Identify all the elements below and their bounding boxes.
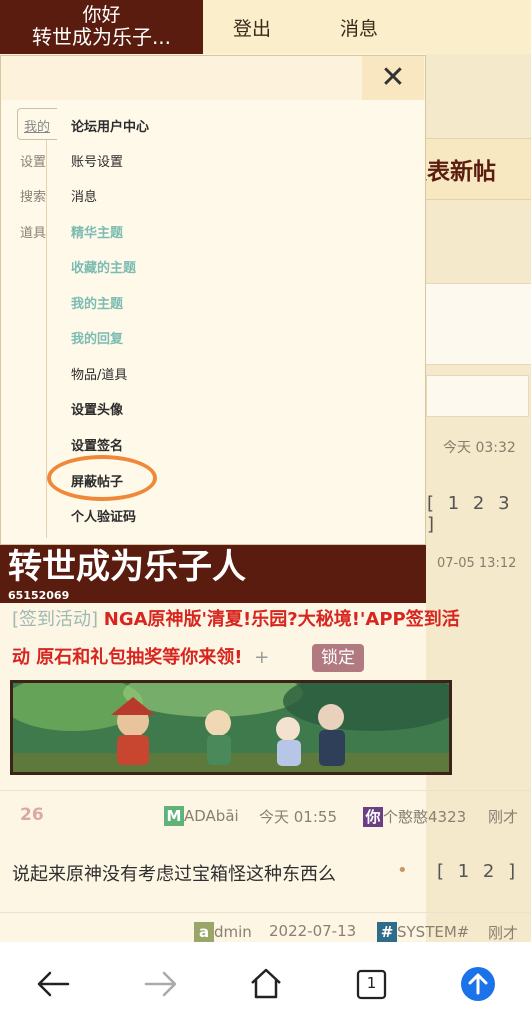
- plus-icon: +: [254, 647, 270, 668]
- menu-item-set-signature[interactable]: 设置签名: [71, 435, 123, 454]
- event-banner-illustration: [13, 683, 449, 772]
- last-reply-avatar: #: [377, 922, 397, 942]
- menu-item-featured-threads[interactable]: 精华主题: [71, 222, 123, 241]
- post-author[interactable]: M ADAbāi: [164, 806, 239, 826]
- last-reply-user[interactable]: # SYSTEM#: [377, 922, 469, 942]
- last-reply-time: 刚才: [488, 808, 519, 826]
- divider: [0, 912, 531, 913]
- last-reply-name: 个憨憨4323: [383, 808, 467, 826]
- tab-search[interactable]: 搜索: [14, 186, 52, 205]
- post-title-line[interactable]: 动 原石和礼包抽奖等你来领! +: [12, 641, 269, 674]
- banner-user-id: 65152069: [8, 589, 70, 602]
- post-title: NGA原神版'清夏!乐园?大秘境!'APP签到活: [103, 609, 460, 630]
- post-title-cont: 动 原石和礼包抽奖等你来领!: [12, 647, 243, 668]
- logout-link[interactable]: 登出: [233, 14, 271, 41]
- post-pages[interactable]: [ 1 2 ]: [437, 861, 519, 882]
- tab-settings[interactable]: 设置: [14, 151, 52, 170]
- divider: [0, 790, 531, 791]
- menu-item-favorite-threads[interactable]: 收藏的主题: [71, 257, 136, 276]
- tab-count: 1: [366, 974, 377, 992]
- close-icon[interactable]: ✕: [362, 56, 424, 100]
- thread-date: 今天 03:32: [443, 440, 516, 456]
- background-panel: [426, 375, 529, 417]
- post-author[interactable]: a dmin: [194, 922, 252, 942]
- last-reply-user[interactable]: 你个憨憨4323: [363, 806, 466, 827]
- back-icon[interactable]: [30, 962, 78, 1006]
- tab-mine-label: 我的: [23, 120, 50, 135]
- post-time: 2022-07-13: [269, 922, 357, 940]
- home-icon[interactable]: [242, 962, 290, 1006]
- thread-pages[interactable]: [ 1 2 3 ]: [427, 493, 531, 535]
- post-tag: [签到活动]: [12, 609, 99, 630]
- menu-item-user-center[interactable]: 论坛用户中心: [71, 116, 149, 135]
- menu-item-my-replies[interactable]: 我的回复: [71, 328, 123, 347]
- last-reply-name: SYSTEM#: [397, 923, 470, 941]
- user-greeting-block[interactable]: 你好 转世成为乐子...: [0, 0, 203, 54]
- upload-icon[interactable]: [454, 962, 502, 1006]
- tabs-icon[interactable]: 1: [348, 962, 396, 1006]
- menu-item-messages[interactable]: 消息: [71, 186, 97, 205]
- author-name: ADAbāi: [184, 807, 239, 825]
- last-reply-avatar: 你: [363, 807, 383, 827]
- thread-date: 07-05 13:12: [437, 556, 517, 571]
- author-avatar: a: [194, 922, 214, 942]
- last-reply-time: 刚才: [488, 924, 519, 942]
- background-panel: [426, 283, 531, 365]
- menu-item-inventory[interactable]: 物品/道具: [71, 364, 127, 383]
- username-short: 转世成为乐子...: [31, 25, 172, 49]
- banner-username: 转世成为乐子人: [8, 547, 246, 587]
- post-title[interactable]: 说起来原神没有考虑过宝箱怪这种东西么: [12, 860, 336, 886]
- author-name: dmin: [214, 923, 252, 941]
- reply-count: 26: [20, 805, 44, 825]
- menu-item-verification-code[interactable]: 个人验证码: [71, 506, 136, 525]
- new-post-label: 发表新帖: [426, 159, 496, 185]
- forward-icon[interactable]: [136, 962, 184, 1006]
- highlight-annotation-circle: [47, 455, 157, 501]
- menu-item-set-avatar[interactable]: 设置头像: [71, 399, 123, 418]
- tab-items[interactable]: 道具: [14, 222, 52, 241]
- event-banner-image[interactable]: [10, 680, 452, 775]
- bullet-dot: •: [397, 860, 408, 881]
- menu-item-account-settings[interactable]: 账号设置: [71, 151, 123, 170]
- post-title-line[interactable]: [签到活动] NGA原神版'清夏!乐园?大秘境!'APP签到活: [12, 603, 460, 636]
- messages-link[interactable]: 消息: [340, 14, 378, 41]
- post-time: 今天 01:55: [259, 808, 337, 826]
- menu-item-my-threads[interactable]: 我的主题: [71, 293, 123, 312]
- greeting-text: 你好: [82, 4, 121, 26]
- author-avatar: M: [164, 806, 184, 826]
- locked-badge: 锁定: [312, 644, 364, 672]
